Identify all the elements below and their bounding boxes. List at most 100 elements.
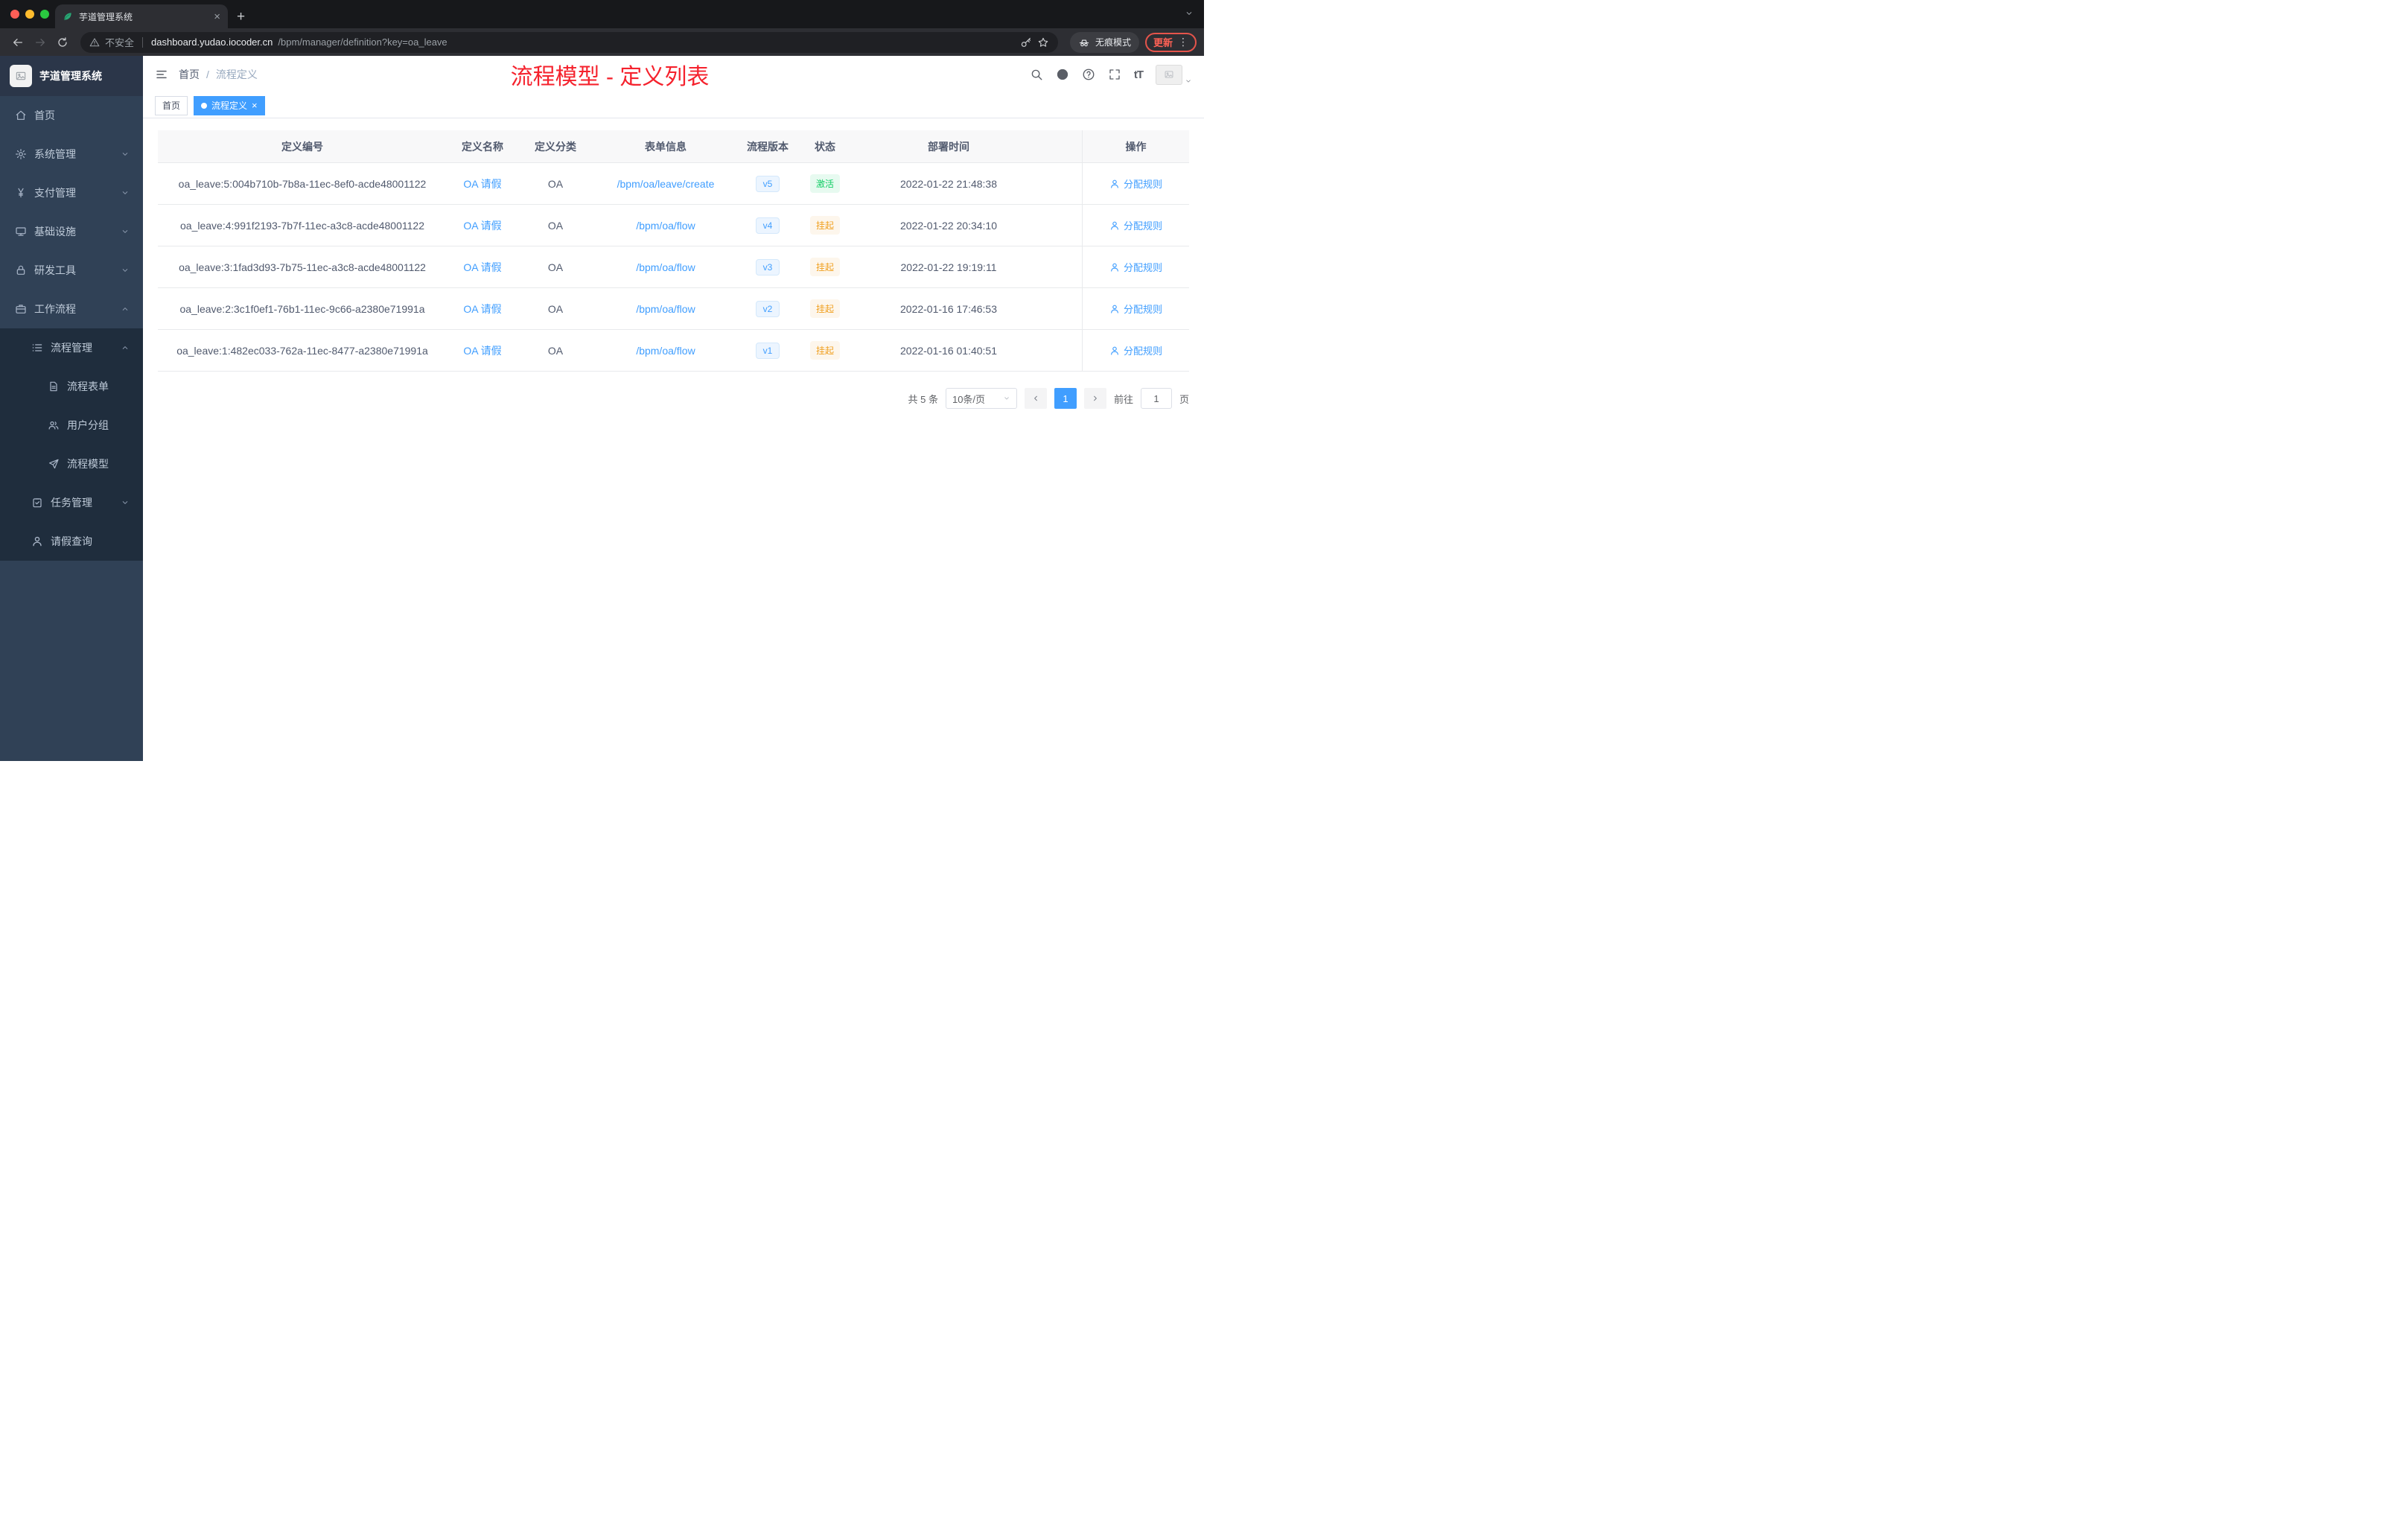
github-icon[interactable] xyxy=(1056,68,1069,81)
definition-name-link[interactable]: OA 请假 xyxy=(463,176,501,191)
bookmark-star-icon[interactable] xyxy=(1037,36,1049,48)
back-button[interactable] xyxy=(7,32,28,53)
saved-password-key-icon[interactable] xyxy=(1020,36,1032,48)
version-badge: v2 xyxy=(755,300,780,317)
sidebar-item-devtools[interactable]: 研发工具 xyxy=(0,251,143,290)
tab-close-icon[interactable]: × xyxy=(214,10,220,23)
avatar-caret-down-icon[interactable] xyxy=(1185,77,1192,85)
sidebar-item-payment[interactable]: 支付管理 xyxy=(0,173,143,212)
address-bar[interactable]: 不安全 dashboard.yudao.iocoder.cn /bpm/mana… xyxy=(80,31,1058,53)
tags-bar: 首页 流程定义 × xyxy=(143,93,1204,118)
search-icon[interactable] xyxy=(1030,68,1043,81)
sidebar-item-label: 流程模型 xyxy=(67,458,109,470)
app-title: 芋道管理系统 xyxy=(39,70,102,82)
pagination: 共 5 条 10条/页 1 前往 页 xyxy=(158,388,1189,409)
table-row: oa_leave:4:991f2193-7b7f-11ec-a3c8-acde4… xyxy=(158,205,1189,246)
minimize-window-button[interactable] xyxy=(25,10,34,19)
tag-close-icon[interactable]: × xyxy=(252,100,258,111)
assign-rule-link[interactable]: 分配规则 xyxy=(1109,302,1162,316)
assign-rule-link[interactable]: 分配规则 xyxy=(1109,343,1162,357)
sidebar-menu: 首页 系统管理 支付管理 基础设施 研发工具 工作流程 流程管理 流程表单 用户… xyxy=(0,96,143,561)
reload-button[interactable] xyxy=(52,32,73,53)
sidebar-item-process-manage[interactable]: 流程管理 xyxy=(0,328,143,367)
sidebar-item-process-form[interactable]: 流程表单 xyxy=(0,367,143,406)
incognito-spy-icon xyxy=(1078,36,1090,48)
sidebar-item-process-model[interactable]: 流程模型 xyxy=(0,445,143,483)
browser-tab[interactable]: 芋道管理系统 × xyxy=(55,4,228,28)
assign-rule-link[interactable]: 分配规则 xyxy=(1109,176,1162,191)
sidebar-item-home[interactable]: 首页 xyxy=(0,96,143,135)
select-caret-down-icon xyxy=(1003,395,1010,402)
sidebar-item-label: 用户分组 xyxy=(67,419,109,431)
maximize-window-button[interactable] xyxy=(40,10,49,19)
cell-definition-id: oa_leave:4:991f2193-7b7f-11ec-a3c8-acde4… xyxy=(180,219,424,232)
sidebar-item-icon xyxy=(15,187,27,199)
assign-rule-link[interactable]: 分配规则 xyxy=(1109,260,1162,274)
new-tab-button[interactable]: + xyxy=(237,9,245,25)
forward-button[interactable] xyxy=(30,32,51,53)
view-tag[interactable]: 流程定义 × xyxy=(194,95,265,115)
breadcrumb-home[interactable]: 首页 xyxy=(179,67,200,82)
user-avatar-menu[interactable] xyxy=(1156,64,1192,85)
url-domain: dashboard.yudao.iocoder.cn xyxy=(151,36,273,48)
assign-rule-link[interactable]: 分配规则 xyxy=(1109,218,1162,232)
avatar[interactable] xyxy=(1156,64,1182,85)
sidebar-item-icon xyxy=(48,380,60,392)
version-badge: v5 xyxy=(755,175,780,192)
definition-name-link[interactable]: OA 请假 xyxy=(463,302,501,316)
definition-name-link[interactable]: OA 请假 xyxy=(463,218,501,233)
definition-name-link[interactable]: OA 请假 xyxy=(463,260,501,275)
version-badge: v1 xyxy=(755,342,780,359)
sidebar-item-infra[interactable]: 基础设施 xyxy=(0,212,143,251)
definition-table: 定义编号 定义名称 定义分类 表单信息 流程版本 状态 部署时间 操作 oa_l… xyxy=(158,130,1189,372)
sidebar-item-workflow[interactable]: 工作流程 xyxy=(0,290,143,328)
sidebar-item-system[interactable]: 系统管理 xyxy=(0,135,143,173)
form-info-link[interactable]: /bpm/oa/leave/create xyxy=(617,178,715,190)
prev-page-button[interactable] xyxy=(1024,388,1047,409)
sidebar-item-icon xyxy=(48,419,60,431)
current-page-button[interactable]: 1 xyxy=(1054,388,1077,409)
status-badge: 挂起 xyxy=(809,299,840,318)
chevron-down-icon xyxy=(121,150,130,159)
url-path: /bpm/manager/definition?key=oa_leave xyxy=(278,36,447,48)
table-row: oa_leave:5:004b710b-7b8a-11ec-8ef0-acde4… xyxy=(158,163,1189,205)
cell-deploy-time: 2022-01-16 17:46:53 xyxy=(900,302,997,315)
form-info-link[interactable]: /bpm/oa/flow xyxy=(636,220,695,232)
chevron-down-icon xyxy=(121,227,130,236)
sidebar-item-task-manage[interactable]: 任务管理 xyxy=(0,483,143,522)
help-question-icon[interactable] xyxy=(1082,68,1095,81)
user-icon xyxy=(1109,179,1120,189)
status-badge: 激活 xyxy=(809,174,840,193)
sidebar-item-label: 基础设施 xyxy=(34,226,76,238)
goto-page-input[interactable] xyxy=(1140,388,1172,409)
user-icon xyxy=(1109,304,1120,314)
sidebar-item-label: 支付管理 xyxy=(34,187,76,199)
next-page-button[interactable] xyxy=(1083,388,1106,409)
fullscreen-icon[interactable] xyxy=(1108,68,1121,81)
browser-menu-dots-icon[interactable]: ⋮ xyxy=(1178,36,1188,48)
sidebar-item-label: 流程表单 xyxy=(67,380,109,392)
font-size-icon[interactable]: tT xyxy=(1134,69,1144,81)
page-annotation-title: 流程模型 - 定义列表 xyxy=(510,65,710,89)
incognito-badge: 无痕模式 xyxy=(1069,31,1139,53)
close-window-button[interactable] xyxy=(10,10,19,19)
tab-strip-chevron-icon[interactable] xyxy=(1185,9,1194,18)
security-label[interactable]: 不安全 xyxy=(105,35,134,49)
page-size-select[interactable]: 10条/页 xyxy=(945,388,1017,409)
form-info-link[interactable]: /bpm/oa/flow xyxy=(636,345,695,357)
definition-name-link[interactable]: OA 请假 xyxy=(463,343,501,358)
sidebar-item-user-group[interactable]: 用户分组 xyxy=(0,406,143,445)
form-info-link[interactable]: /bpm/oa/flow xyxy=(636,261,695,273)
col-header-actions: 操作 xyxy=(1082,130,1189,162)
sidebar-item-icon xyxy=(15,148,27,160)
chrome-update-button[interactable]: 更新 ⋮ xyxy=(1144,32,1197,52)
sidebar-item-leave-query[interactable]: 请假查询 xyxy=(0,522,143,561)
sidebar-item-label: 系统管理 xyxy=(34,148,76,160)
status-badge: 挂起 xyxy=(809,341,840,360)
collapse-sidebar-icon[interactable] xyxy=(155,68,168,81)
pagination-total: 共 5 条 xyxy=(908,393,938,405)
view-tag[interactable]: 首页 xyxy=(155,95,188,115)
version-badge: v4 xyxy=(755,217,780,234)
table-header: 定义编号 定义名称 定义分类 表单信息 流程版本 状态 部署时间 操作 xyxy=(158,130,1189,163)
form-info-link[interactable]: /bpm/oa/flow xyxy=(636,303,695,315)
